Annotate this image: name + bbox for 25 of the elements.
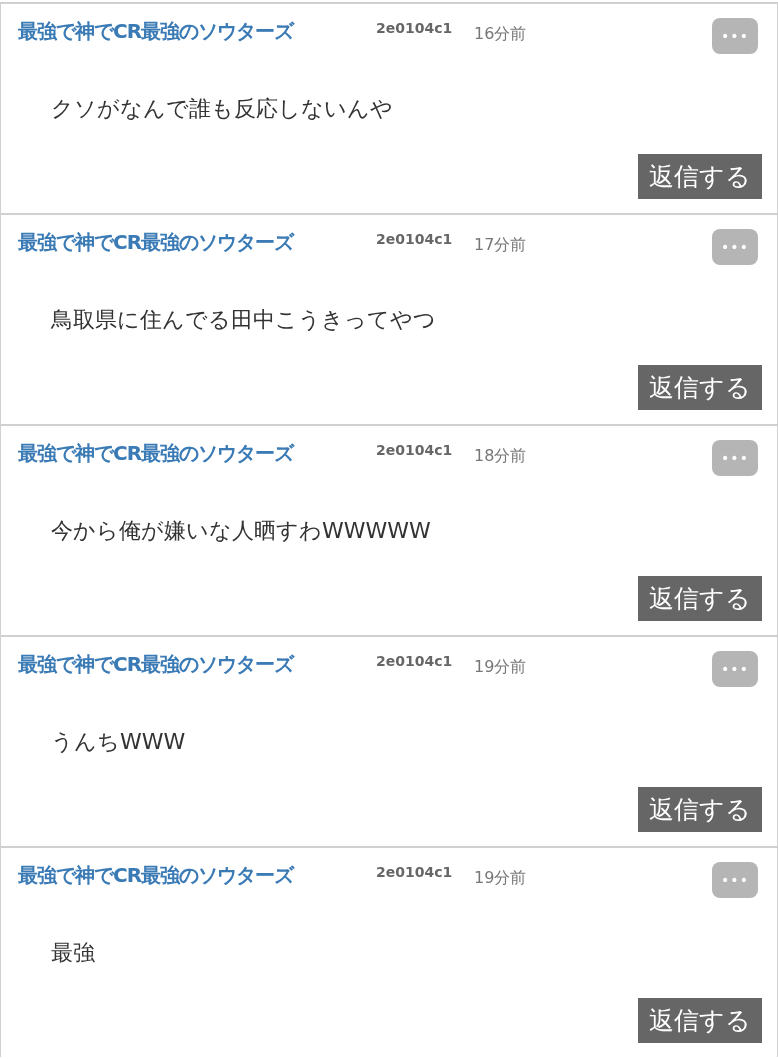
post-time: 17分前 [474, 235, 527, 256]
reply-button[interactable]: 返信する [638, 576, 762, 621]
user-id: 2e0104c1 [376, 231, 454, 247]
author-name[interactable]: 最強で神でCR最強のソウターズ [18, 651, 376, 678]
comment-text: 最強 [50, 939, 96, 967]
post-time: 16分前 [474, 24, 527, 45]
author-name[interactable]: 最強で神でCR最強のソウターズ [18, 862, 376, 889]
reply-button[interactable]: 返信する [638, 787, 762, 832]
author-name[interactable]: 最強で神でCR最強のソウターズ [18, 229, 376, 256]
user-id: 2e0104c1 [376, 864, 454, 880]
comment-text: うんちWWW [50, 728, 187, 756]
comment-text: 鳥取県に住んでる田中こうきってやつ [50, 306, 437, 334]
reply-button[interactable]: 返信する [638, 998, 762, 1043]
reply-button[interactable]: 返信する [638, 365, 762, 410]
comment-text: 今から俺が嫌いな人晒すわWWWWW [50, 517, 432, 545]
author-name[interactable]: 最強で神でCR最強のソウターズ [18, 18, 376, 45]
author-name[interactable]: 最強で神でCR最強のソウターズ [18, 440, 376, 467]
post-time: 18分前 [474, 446, 527, 467]
post-time: 19分前 [474, 657, 527, 678]
user-id: 2e0104c1 [376, 653, 454, 669]
post-time: 19分前 [474, 868, 527, 889]
comment-text: クソがなんで誰も反応しないんや [50, 95, 394, 123]
user-id: 2e0104c1 [376, 442, 454, 458]
user-id: 2e0104c1 [376, 20, 454, 36]
reply-button[interactable]: 返信する [638, 154, 762, 199]
